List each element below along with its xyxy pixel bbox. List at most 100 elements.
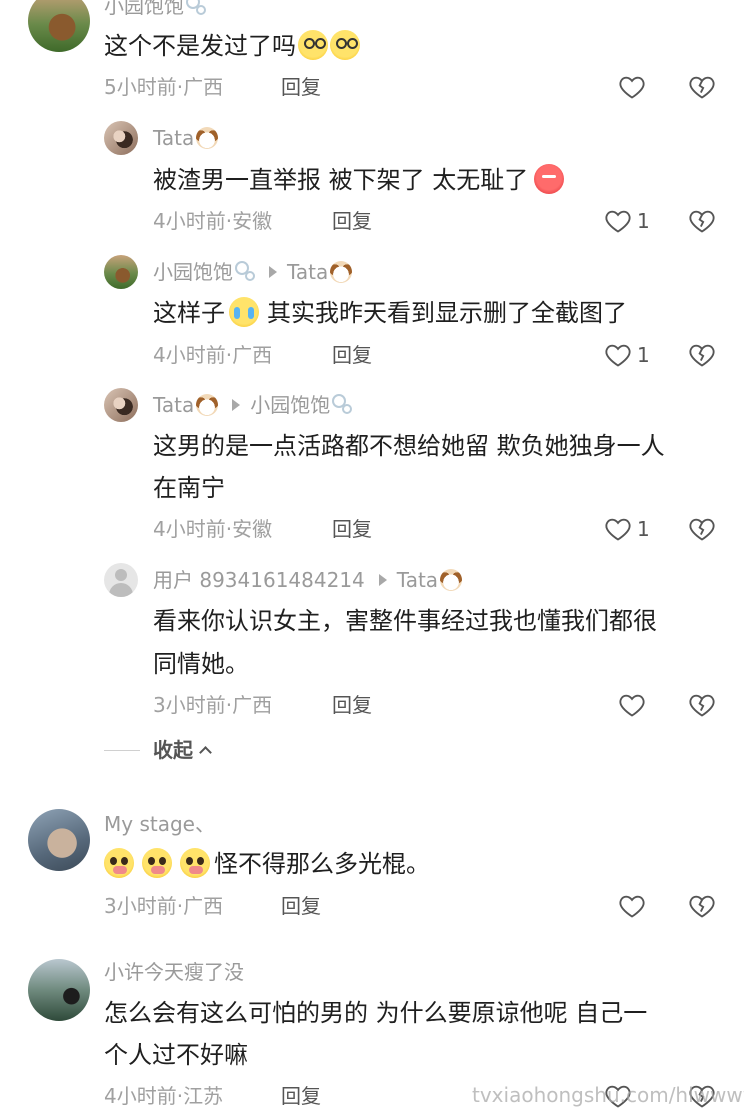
reply-button[interactable]: 回复 xyxy=(281,894,321,918)
pleading-face-emoji xyxy=(180,848,210,878)
collapse-label: 收起 xyxy=(153,738,193,762)
comment-meta: 3小时前·广西 xyxy=(104,894,223,918)
default-avatar-icon[interactable] xyxy=(104,563,138,597)
comment-time: 5小时前 xyxy=(104,75,177,99)
reply-to-name[interactable]: Tata xyxy=(287,260,328,284)
like-count: 1 xyxy=(637,517,650,541)
reply-arrow-icon xyxy=(232,399,241,411)
reply-button[interactable]: 回复 xyxy=(332,693,372,717)
dizzy-face-emoji xyxy=(330,30,360,60)
comment-text-body: 怪不得那么多光棍。 xyxy=(214,850,430,878)
reply-to-name[interactable]: 小园饱饱 xyxy=(250,393,330,417)
comment-text-line: 怎么会有这么可怕的男的 为什么要原谅他呢 自己一 xyxy=(104,999,648,1027)
reply-button[interactable]: 回复 xyxy=(332,209,372,233)
comment-location: 安徽 xyxy=(232,517,273,541)
collapse-replies-button[interactable]: 收起 xyxy=(153,738,212,762)
commenter-name[interactable]: 小许今天瘦了没 xyxy=(104,960,244,984)
commenter-name-text: 小园饱饱 xyxy=(104,0,184,18)
comment-time: 4小时前 xyxy=(104,1084,177,1108)
comment-time: 3小时前 xyxy=(153,693,226,717)
broken-heart-icon[interactable] xyxy=(688,207,716,235)
avatar[interactable] xyxy=(28,959,90,1021)
comment-text-line: 个人过不好嘛 xyxy=(104,1041,248,1069)
comment-location: 广西 xyxy=(183,75,224,99)
dog-face-emoji xyxy=(196,127,219,149)
comment-text: 怪不得那么多光棍。 xyxy=(104,846,430,882)
commenter-name[interactable]: Tata 小园饱饱 xyxy=(153,393,353,417)
comment-meta: 4小时前·广西 xyxy=(153,343,272,367)
comment-text-line: 同情她。 xyxy=(153,650,249,678)
pleading-face-emoji xyxy=(142,848,172,878)
commenter-name-text: Tata xyxy=(153,393,195,417)
commenter-name-text: 用户 8934161484214 xyxy=(153,568,365,592)
comment-text-body: 其实我昨天看到显示删了全截图了 xyxy=(267,299,627,327)
comment-text-body: 这个不是发过了吗 xyxy=(104,32,296,60)
broken-heart-icon[interactable] xyxy=(688,691,716,719)
comment-time: 4小时前 xyxy=(153,343,226,367)
dog-face-emoji xyxy=(440,569,463,591)
dizzy-face-emoji xyxy=(298,30,328,60)
angry-face-emoji xyxy=(534,164,565,194)
comment-text-line: 看来你认识女主，害整件事经过我也懂我们都很 xyxy=(153,607,657,635)
commenter-name[interactable]: 小园饱饱 Tata xyxy=(153,260,353,284)
comment-meta: 3小时前·广西 xyxy=(153,693,272,717)
broken-heart-icon[interactable] xyxy=(688,892,716,920)
comment-meta: 5小时前·广西 xyxy=(104,75,223,99)
commenter-name[interactable]: My stage、 xyxy=(104,812,215,836)
dog-face-emoji xyxy=(330,261,353,283)
broken-heart-icon[interactable] xyxy=(688,515,716,543)
heart-outline-icon[interactable] xyxy=(604,515,632,543)
comment-text-body: 这样子 xyxy=(153,299,225,327)
heart-outline-icon[interactable] xyxy=(618,892,646,920)
comment-text-body: 被渣男一直举报 被下架了 太无耻了 xyxy=(153,166,529,194)
reply-arrow-icon xyxy=(378,574,387,586)
comment-time: 3小时前 xyxy=(104,894,177,918)
like-count: 1 xyxy=(637,209,650,233)
chevron-up-icon xyxy=(199,746,212,759)
heart-outline-icon[interactable] xyxy=(618,73,646,101)
commenter-name-text: 小园饱饱 xyxy=(153,260,233,284)
comment-meta: 4小时前·安徽 xyxy=(153,517,272,541)
avatar[interactable] xyxy=(104,121,138,155)
avatar[interactable] xyxy=(104,388,138,422)
bubble-emoji xyxy=(245,271,255,281)
collapse-divider xyxy=(104,750,140,751)
comment-location: 安徽 xyxy=(232,209,273,233)
broken-heart-icon[interactable] xyxy=(688,73,716,101)
heart-outline-icon[interactable] xyxy=(618,691,646,719)
reply-button[interactable]: 回复 xyxy=(332,343,372,367)
reply-button[interactable]: 回复 xyxy=(281,1084,321,1108)
like-count: 1 xyxy=(637,343,650,367)
broken-heart-icon[interactable] xyxy=(688,341,716,369)
bubble-emoji xyxy=(342,404,353,414)
comment-text-line: 在南宁 xyxy=(153,474,225,502)
commenter-name[interactable]: 用户 8934161484214 Tata xyxy=(153,568,463,592)
reply-to-name[interactable]: Tata xyxy=(397,568,438,592)
avatar[interactable] xyxy=(28,0,90,52)
comment-time: 4小时前 xyxy=(153,209,226,233)
commenter-name[interactable]: Tata xyxy=(153,126,219,150)
avatar[interactable] xyxy=(104,255,138,289)
bubble-emoji xyxy=(196,5,206,15)
commenter-name[interactable]: 小园饱饱 xyxy=(104,0,206,18)
reply-button[interactable]: 回复 xyxy=(332,517,372,541)
reply-button[interactable]: 回复 xyxy=(281,75,321,99)
comment-location: 广西 xyxy=(183,894,224,918)
reply-arrow-icon xyxy=(269,266,277,278)
watermark: tvxiaohongshu.com/hlwwwww xyxy=(472,1083,744,1107)
comment-text: 这个不是发过了吗 xyxy=(104,28,360,64)
comment-text-line: 这男的是一点活路都不想给她留 欺负她独身一人 xyxy=(153,432,665,460)
commenter-name-text: Tata xyxy=(153,126,195,150)
comment-meta: 4小时前·江苏 xyxy=(104,1084,223,1108)
heart-outline-icon[interactable] xyxy=(604,341,632,369)
heart-outline-icon[interactable] xyxy=(604,207,632,235)
comment-location: 江苏 xyxy=(183,1084,224,1108)
pleading-face-emoji xyxy=(104,848,134,878)
crying-face-emoji xyxy=(229,297,259,327)
comment-location: 广西 xyxy=(232,343,273,367)
comment-time: 4小时前 xyxy=(153,517,226,541)
comment-location: 广西 xyxy=(232,693,273,717)
avatar[interactable] xyxy=(28,809,90,871)
comment-meta: 4小时前·安徽 xyxy=(153,209,272,233)
dog-face-emoji xyxy=(196,394,219,416)
